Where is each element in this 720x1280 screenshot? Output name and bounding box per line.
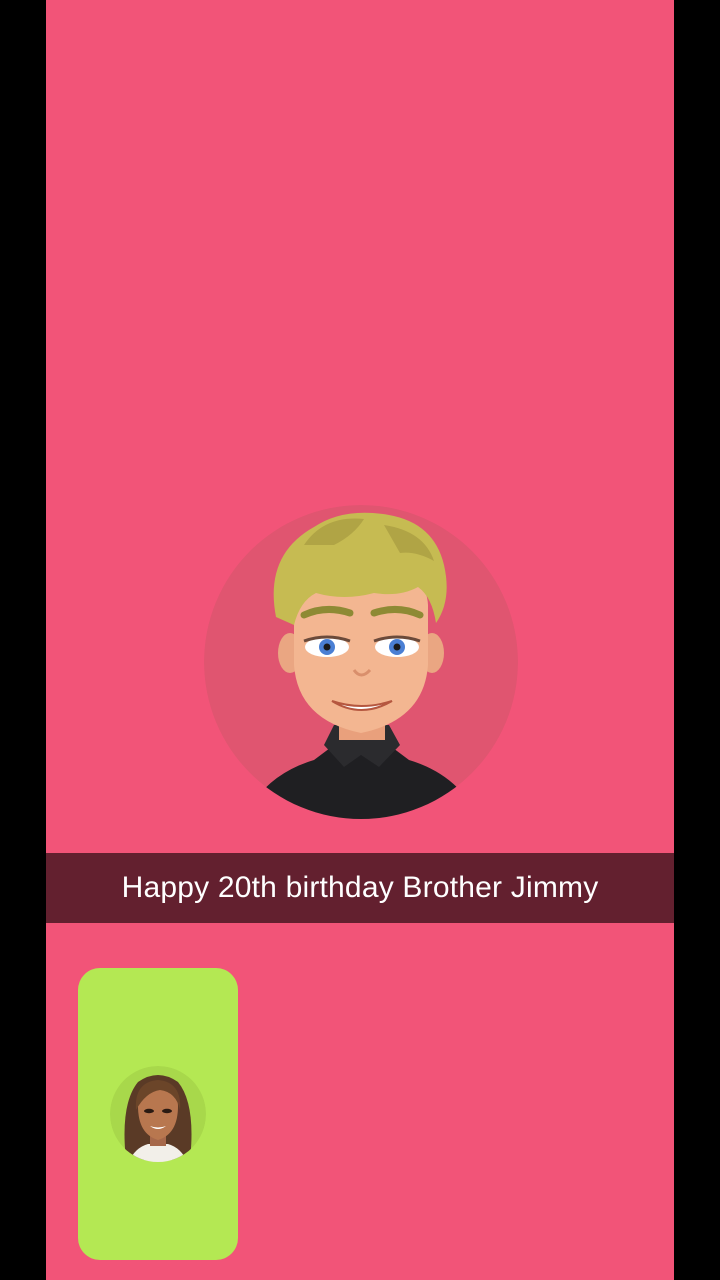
- video-call-screen: Happy 20th birthday Brother Jimmy: [46, 0, 674, 1280]
- remote-avatar: [204, 505, 518, 819]
- self-view-tile[interactable]: [78, 968, 238, 1260]
- caption-bar: Happy 20th birthday Brother Jimmy: [46, 853, 674, 923]
- self-avatar: [110, 1066, 206, 1162]
- caption-text: Happy 20th birthday Brother Jimmy: [121, 871, 599, 904]
